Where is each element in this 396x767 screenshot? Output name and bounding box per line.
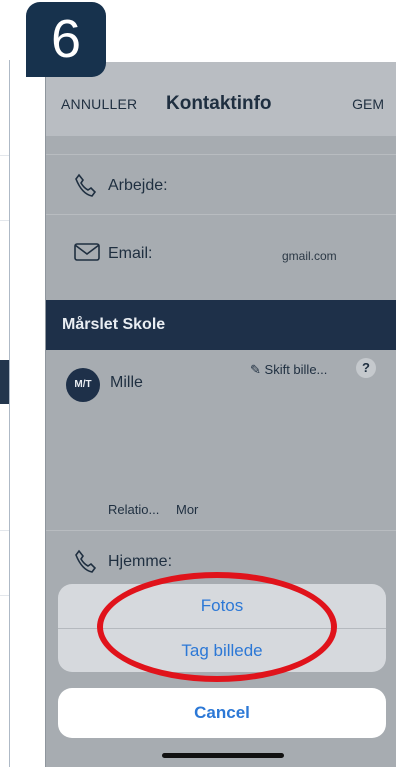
highlight-oval [97,572,337,682]
phone-icon [74,173,97,202]
home-indicator [162,753,284,758]
divider [0,595,9,596]
home-phone-label: Hjemme: [108,553,173,570]
avatar: M/T [66,368,100,402]
change-photo-label: Skift bille... [264,362,328,377]
pencil-icon: ✎ [250,362,261,377]
divider [0,155,9,156]
help-icon[interactable]: ? [356,358,376,378]
divider [0,530,9,531]
mail-icon [74,243,100,266]
cancel-link[interactable]: ANNULLER [61,96,137,112]
previous-school-bar [0,360,9,404]
relation-value: Mor [176,502,199,517]
relation-label: Relatio... [108,502,160,517]
cancel-button[interactable]: Cancel [58,688,386,738]
phone-icon [74,549,97,578]
change-photo-link[interactable]: ✎ Skift bille... [250,362,327,378]
email-label: Email: [108,245,153,262]
contact-name: Mille [110,374,143,391]
email-row[interactable]: Email: gmail.com [46,214,396,301]
previous-step-panel [0,60,10,767]
work-phone-row[interactable]: Arbejde: [46,154,396,215]
school-name: Mårslet Skole [62,316,166,333]
school-header: Mårslet Skole [46,300,396,350]
save-link[interactable]: GEM [352,96,384,112]
work-phone-label: Arbejde: [108,177,168,194]
page-title: Kontaktinfo [166,93,272,114]
email-value: gmail.com [282,249,337,263]
divider [0,220,9,221]
step-badge: 6 [26,2,106,77]
